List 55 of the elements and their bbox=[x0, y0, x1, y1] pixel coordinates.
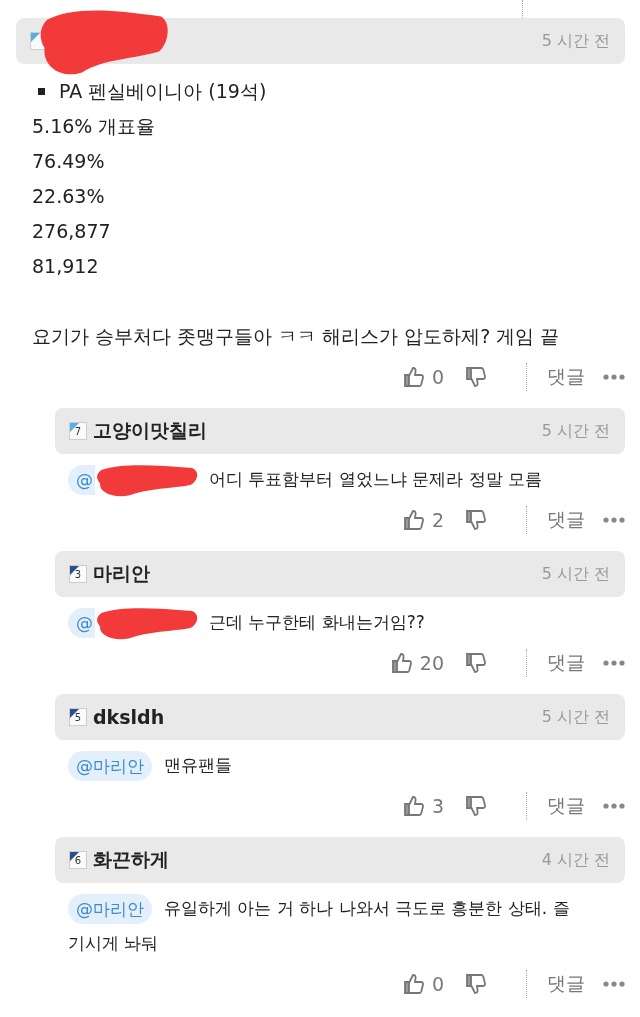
level-icon: 6 bbox=[69, 851, 87, 869]
level-icon: 5 bbox=[69, 708, 87, 726]
timestamp: 5 시간 전 bbox=[541, 420, 610, 442]
bullet-icon bbox=[38, 88, 45, 95]
username[interactable]: 고양이맛칠리 bbox=[93, 418, 207, 444]
comment-text: 유일하게 아는 거 하나 나와서 극도로 흥분한 상태. 즐 bbox=[164, 897, 570, 920]
more-icon[interactable] bbox=[603, 802, 625, 810]
thumbs-up-icon[interactable] bbox=[401, 794, 426, 818]
like-count: 0 bbox=[431, 366, 444, 388]
timestamp: 4 시간 전 bbox=[541, 849, 610, 871]
reply-link[interactable]: 댓글 bbox=[547, 971, 585, 997]
thumbs-up-icon[interactable] bbox=[401, 972, 426, 996]
list-item: PA 펜실베이니아 (19석) bbox=[59, 79, 267, 104]
result-line: 22.63% bbox=[32, 185, 105, 207]
more-icon[interactable] bbox=[603, 980, 625, 988]
more-icon[interactable] bbox=[603, 516, 625, 524]
level-icon: 7 bbox=[69, 422, 87, 440]
timestamp: 5 시간 전 bbox=[541, 30, 610, 52]
mention-tag[interactable]: @ bbox=[68, 464, 95, 495]
more-icon[interactable] bbox=[603, 659, 625, 667]
result-line: 81,912 bbox=[32, 255, 99, 277]
mention-tag[interactable]: @ bbox=[68, 607, 95, 638]
level-icon: 3 bbox=[69, 565, 87, 583]
thumbs-up-icon[interactable] bbox=[401, 508, 426, 532]
thumbs-down-icon[interactable] bbox=[464, 365, 488, 389]
like-count: 2 bbox=[431, 509, 444, 531]
username[interactable]: 화끈하게 bbox=[93, 847, 169, 873]
reply-link[interactable]: 댓글 bbox=[547, 364, 585, 390]
thumbs-down-icon[interactable] bbox=[464, 508, 488, 532]
reply-link[interactable]: 댓글 bbox=[547, 650, 585, 676]
thumbs-down-icon[interactable] bbox=[464, 651, 488, 675]
thumbs-down-icon[interactable] bbox=[464, 794, 488, 818]
username[interactable]: 마리안 bbox=[93, 561, 150, 587]
comment-text: 어디 투표함부터 열었느냐 문제라 정말 모름 bbox=[209, 468, 543, 491]
reply-link[interactable]: 댓글 bbox=[547, 793, 585, 819]
comment-text: 근데 누구한테 화내는거임?? bbox=[209, 611, 425, 634]
like-count: 3 bbox=[431, 795, 444, 817]
like-count: 20 bbox=[419, 652, 444, 674]
like-count: 0 bbox=[431, 973, 444, 995]
result-line: 5.16% 개표율 bbox=[32, 115, 156, 137]
result-line: 76.49% bbox=[32, 150, 105, 172]
mention-tag[interactable]: @마리안 bbox=[68, 893, 152, 924]
thumbs-down-icon[interactable] bbox=[464, 972, 488, 996]
more-icon[interactable] bbox=[603, 373, 625, 381]
thumbs-up-icon[interactable] bbox=[401, 365, 426, 389]
mention-tag[interactable]: @마리안 bbox=[68, 750, 152, 781]
comment-text: 맨유팬들 bbox=[164, 754, 232, 777]
result-line: 276,877 bbox=[32, 220, 111, 242]
thumbs-up-icon[interactable] bbox=[389, 651, 414, 675]
username[interactable]: dksldh bbox=[93, 706, 165, 728]
comment-text: 요기가 승부처다 좃맹구들아 ㅋㅋ 해리스가 압도하제? 게임 끝 bbox=[32, 325, 560, 347]
timestamp: 5 시간 전 bbox=[541, 563, 610, 585]
reply-link[interactable]: 댓글 bbox=[547, 507, 585, 533]
timestamp: 5 시간 전 bbox=[541, 706, 610, 728]
comment-text: 기시게 놔둬 bbox=[68, 932, 159, 955]
